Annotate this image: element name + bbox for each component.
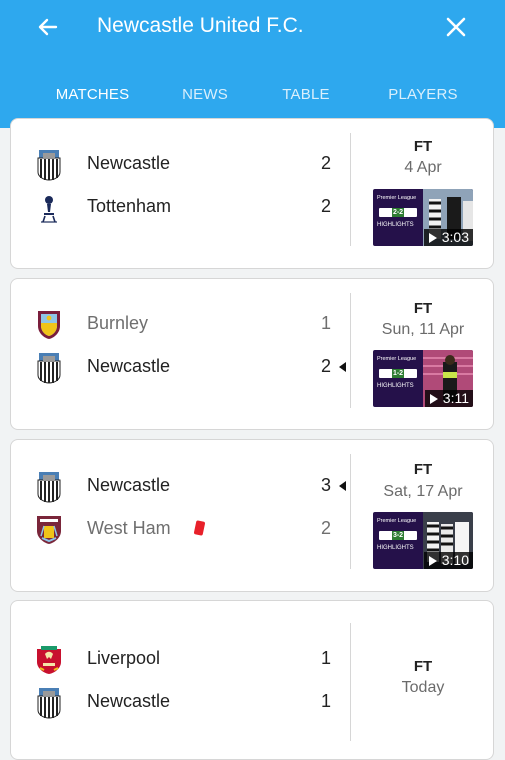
video-league-label: Premier League — [377, 518, 417, 524]
newcastle-crest-icon — [37, 472, 61, 503]
video-highlights-label: HIGHLIGHTS — [377, 383, 414, 389]
newcastle-crest-icon — [37, 150, 61, 181]
app-header: Newcastle United F.C. MATCHES NEWS TABLE… — [0, 0, 505, 128]
close-button[interactable] — [438, 9, 474, 45]
duration-text: 3:03 — [441, 229, 469, 245]
play-icon — [428, 232, 437, 243]
video-league-label: Premier League — [377, 195, 417, 201]
match-status: FT — [413, 658, 433, 675]
west-ham-crest-icon — [37, 516, 61, 544]
team-row-home[interactable]: Burnley 1 — [11, 304, 351, 344]
team-name: West Ham — [87, 518, 171, 538]
winner-indicator-icon — [339, 481, 346, 491]
team-row-away[interactable]: Tottenham 2 — [11, 187, 351, 227]
match-status: FT — [413, 138, 433, 155]
page-title: Newcastle United F.C. — [97, 14, 304, 37]
team-score: 2 — [320, 356, 331, 376]
team-name: Liverpool — [87, 648, 161, 668]
match-date: 4 Apr — [404, 159, 442, 176]
team-score: 1 — [320, 691, 331, 711]
winner-indicator-icon — [339, 362, 346, 372]
match-card[interactable]: Liverpool 1 Newcastle 1 FT Today — [10, 600, 494, 760]
highlights-video-thumbnail[interactable]: Premier League 3-2 HIGHLIGHTS 3:10 — [373, 512, 473, 569]
play-icon — [428, 555, 437, 566]
match-status: FT — [413, 461, 433, 478]
video-league-label: Premier League — [377, 356, 417, 362]
team-row-away[interactable]: West Ham 2 — [11, 509, 351, 549]
team-name: Burnley — [87, 313, 149, 333]
team-score: 3 — [320, 475, 331, 495]
match-date: Sat, 17 Apr — [383, 483, 463, 500]
play-icon — [429, 393, 438, 404]
tottenham-crest-icon — [41, 196, 57, 223]
team-row-home[interactable]: Liverpool 1 — [11, 639, 351, 679]
video-highlights-label: HIGHLIGHTS — [377, 222, 414, 228]
video-scoreline: 2-2 — [379, 208, 417, 217]
match-date: Sun, 11 Apr — [381, 321, 465, 338]
team-score: 2 — [320, 196, 331, 216]
video-duration: 3:10 — [423, 552, 473, 569]
back-button[interactable] — [30, 9, 66, 45]
team-name: Tottenham — [87, 196, 172, 216]
match-date: Today — [401, 679, 445, 696]
top-bar: Newcastle United F.C. — [0, 0, 505, 55]
video-scoreline: 3-2 — [379, 531, 417, 540]
highlights-video-thumbnail[interactable]: Premier League 1-2 HIGHLIGHTS 3:11 — [373, 350, 473, 407]
team-name: Newcastle — [87, 475, 171, 495]
burnley-crest-icon — [38, 311, 60, 339]
highlights-video-thumbnail[interactable]: Premier League 2-2 HIGHLIGHTS 3:03 — [373, 189, 473, 246]
team-name: Newcastle — [87, 153, 171, 173]
match-card[interactable]: Newcastle 3 West Ham 2 FT Sat, 17 Apr Pr… — [10, 439, 494, 592]
team-row-home[interactable]: Newcastle 2 — [11, 144, 351, 184]
match-card[interactable]: Newcastle 2 Tottenham 2 FT 4 Apr Premier… — [10, 118, 494, 269]
match-status: FT — [413, 300, 433, 317]
duration-text: 3:10 — [441, 552, 469, 568]
team-score: 2 — [320, 153, 331, 173]
red-card-icon — [193, 520, 206, 536]
duration-text: 3:11 — [442, 390, 469, 406]
liverpool-crest-icon — [37, 646, 61, 674]
video-scoreline: 1-2 — [379, 369, 417, 378]
team-row-away[interactable]: Newcastle 2 — [11, 347, 351, 387]
newcastle-crest-icon — [37, 353, 61, 384]
video-duration: 3:03 — [423, 229, 473, 246]
video-highlights-label: HIGHLIGHTS — [377, 545, 414, 551]
team-name: Newcastle — [87, 356, 171, 376]
team-score: 1 — [320, 313, 331, 333]
team-row-home[interactable]: Newcastle 3 — [11, 466, 351, 506]
team-score: 1 — [320, 648, 331, 668]
team-name: Newcastle — [87, 691, 171, 711]
team-row-away[interactable]: Newcastle 1 — [11, 682, 351, 722]
close-icon — [446, 17, 466, 37]
video-duration: 3:11 — [424, 390, 473, 407]
newcastle-crest-icon — [37, 688, 61, 719]
team-score: 2 — [320, 518, 331, 538]
match-card[interactable]: Burnley 1 Newcastle 2 FT Sun, 11 Apr Pre… — [10, 278, 494, 430]
arrow-left-icon — [38, 18, 58, 36]
